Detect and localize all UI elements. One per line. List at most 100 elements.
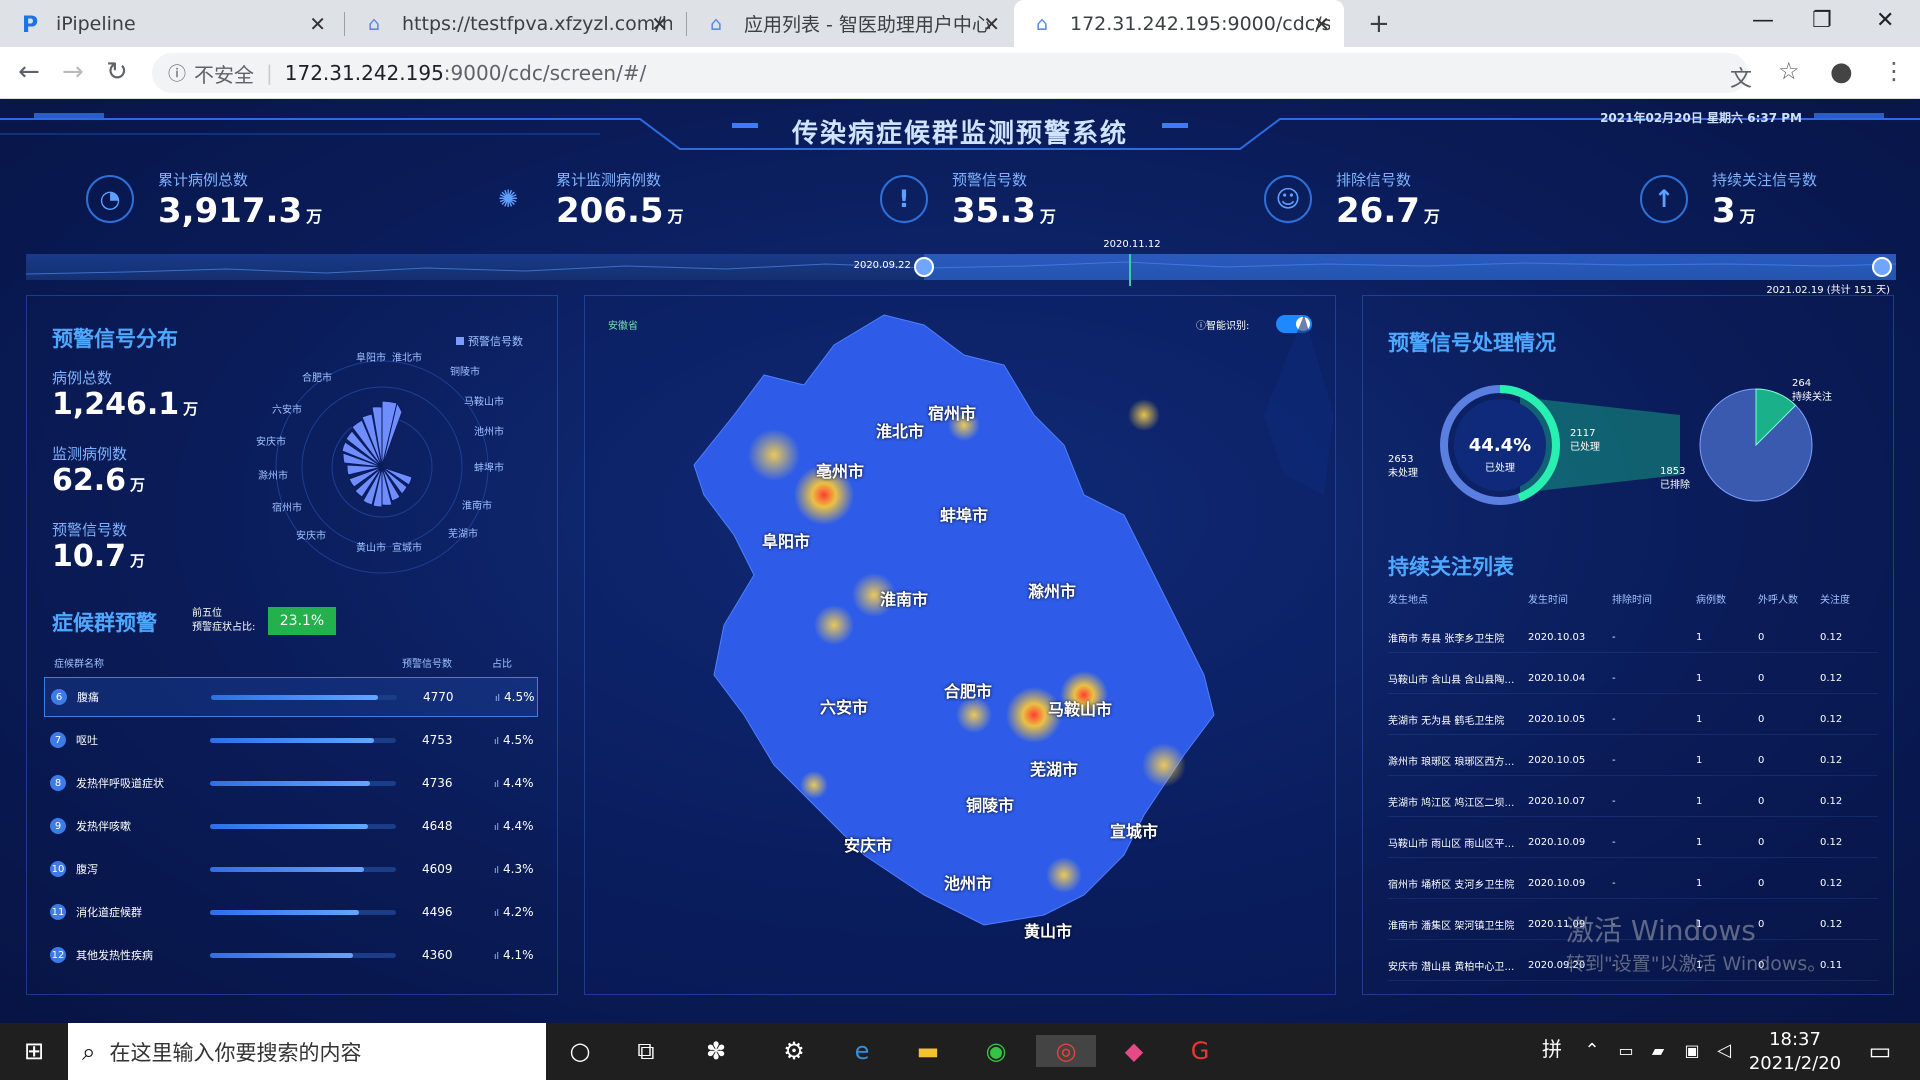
translate-icon[interactable]: 文 [1730, 61, 1752, 93]
info-icon[interactable]: ⓘ [168, 60, 186, 86]
bar-chart-icon: ıl [494, 909, 500, 919]
city-label[interactable]: 合肥市 [944, 678, 992, 702]
new-tab-button[interactable]: + [1356, 0, 1390, 47]
close-tab-icon[interactable]: ✕ [1313, 12, 1330, 36]
cortana-icon[interactable]: ○ [564, 1035, 596, 1067]
reload-icon[interactable]: ↻ [106, 57, 128, 87]
timeline-end-handle[interactable] [1872, 257, 1892, 277]
tab-cdc-screen[interactable]: ⌂ 172.31.242.195:9000/cdc/scree ✕ [1014, 0, 1344, 47]
follow-cell: - [1612, 796, 1616, 807]
display-icon[interactable]: ▣ [1676, 1035, 1708, 1067]
city-label[interactable]: 宣城市 [1110, 818, 1158, 842]
follow-cell: 0 [1758, 673, 1765, 684]
edge-icon[interactable]: e [846, 1035, 878, 1067]
follow-cell: 2020.10.07 [1528, 796, 1586, 807]
follow-header-cell: 排除时间 [1612, 595, 1652, 606]
close-window-icon[interactable]: ✕ [1876, 8, 1894, 33]
symptom-bar [210, 823, 396, 829]
city-label[interactable]: 马鞍山市 [1048, 696, 1112, 720]
close-tab-icon[interactable]: ✕ [309, 12, 326, 36]
file-explorer-icon[interactable]: ▬ [912, 1035, 944, 1067]
city-label[interactable]: 宿州市 [928, 400, 976, 424]
svg-text:宿州市: 宿州市 [272, 501, 302, 514]
close-tab-icon[interactable]: ✕ [651, 12, 668, 36]
city-label[interactable]: 亳州市 [816, 458, 864, 482]
battery-icon[interactable]: ▰ [1642, 1035, 1674, 1067]
bookmark-star-icon[interactable]: ☆ [1778, 57, 1800, 85]
svg-text:黄山市: 黄山市 [356, 541, 386, 554]
timeline-start-handle[interactable] [913, 257, 934, 277]
back-icon[interactable]: ← [18, 57, 40, 87]
volume-icon[interactable]: ◁ [1708, 1035, 1740, 1067]
close-tab-icon[interactable]: ✕ [983, 12, 1000, 36]
symptom-row[interactable]: 6 腹痛 4770 ıl 4.5% [44, 677, 538, 717]
app-red-icon[interactable]: G [1184, 1035, 1216, 1067]
follow-table-row[interactable]: 芜湖市 鸠江区 鸠江区二坝… 2020.10.07 - 1 0 0.12 [1388, 787, 1878, 817]
follow-table-row[interactable]: 宿州市 埇桥区 支河乡卫生院 2020.10.09 - 1 0 0.12 [1388, 869, 1878, 899]
chevron-up-icon[interactable]: ⌃ [1576, 1035, 1608, 1067]
city-label[interactable]: 滁州市 [1028, 578, 1076, 602]
notification-icon[interactable]: ▭ [1864, 1035, 1896, 1067]
intellij-icon[interactable]: ◆ [1118, 1035, 1150, 1067]
follow-cell: 1 [1696, 796, 1703, 807]
symptom-bar [211, 694, 397, 700]
symptom-name: 腹痛 [77, 691, 99, 704]
follow-table-row[interactable]: 芜湖市 无为县 鹤毛卫生院 2020.10.05 - 1 0 0.12 [1388, 705, 1878, 735]
city-label[interactable]: 阜阳市 [762, 528, 810, 552]
symptom-row[interactable]: 12 其他发热性疾病 4360 ıl 4.1% [44, 935, 538, 975]
ime-indicator[interactable]: 拼 [1542, 1033, 1562, 1062]
symptom-row[interactable]: 7 呕吐 4753 ıl 4.5% [44, 720, 538, 760]
symptom-percent: ıl 4.5% [494, 733, 534, 747]
follow-cell: 滁州市 琅琊区 琅琊区西方… [1388, 757, 1515, 768]
url-input[interactable]: ⓘ 不安全 | 172.31.242.195:9000/cdc/screen/#… [152, 53, 1748, 93]
city-label[interactable]: 铜陵市 [966, 792, 1014, 816]
follow-table-row[interactable]: 滁州市 琅琊区 琅琊区西方… 2020.10.05 - 1 0 0.12 [1388, 746, 1878, 776]
follow-table-row[interactable]: 马鞍山市 雨山区 雨山区平… 2020.10.09 - 1 0 0.12 [1388, 828, 1878, 858]
app-icon[interactable]: ✽ [700, 1035, 732, 1067]
city-label[interactable]: 蚌埠市 [940, 502, 988, 526]
wechat-icon[interactable]: ◉ [980, 1035, 1012, 1067]
taskbar-search-box[interactable]: ⌕ 在这里输入你要搜索的内容 [68, 1023, 546, 1080]
symptom-row[interactable]: 10 腹泻 4609 ıl 4.3% [44, 849, 538, 889]
city-label[interactable]: 六安市 [820, 694, 868, 718]
minimize-icon[interactable]: — [1752, 8, 1774, 33]
search-placeholder: 在这里输入你要搜索的内容 [109, 1040, 362, 1065]
profile-avatar-icon[interactable]: ● [1830, 57, 1853, 87]
city-label[interactable]: 池州市 [944, 870, 992, 894]
follow-cell: - [1612, 837, 1616, 848]
menu-dots-icon[interactable]: ⋮ [1882, 57, 1906, 85]
symptom-percent: ıl 4.1% [494, 948, 534, 962]
settings-gear-icon[interactable]: ⚙ [778, 1035, 810, 1067]
clock[interactable]: 18:37 2021/2/20 [1740, 1028, 1850, 1076]
timeline-slider[interactable] [26, 254, 1896, 286]
stat-label: 监测病例数 [52, 445, 128, 463]
task-view-icon[interactable]: ⧉ [630, 1035, 662, 1067]
follow-table-row[interactable]: 马鞍山市 含山县 含山县陶… 2020.10.04 - 1 0 0.12 [1388, 664, 1878, 694]
city-label[interactable]: 淮北市 [876, 418, 924, 442]
city-label[interactable]: 黄山市 [1024, 918, 1072, 942]
follow-value: 264 持续关注 [1792, 378, 1832, 403]
chrome-icon[interactable]: ◎ [1036, 1035, 1096, 1067]
face-icon: ☺ [1264, 175, 1312, 223]
network-icon[interactable]: ▭ [1610, 1035, 1642, 1067]
top5-badge: 23.1% [268, 607, 336, 635]
forward-icon[interactable]: → [62, 57, 84, 87]
symptom-row[interactable]: 9 发热伴咳嗽 4648 ıl 4.4% [44, 806, 538, 846]
follow-cell: 2020.10.09 [1528, 878, 1586, 889]
kpi-label: 持续关注信号数 [1712, 171, 1818, 189]
bar-chart-icon: ıl [494, 952, 500, 962]
tab-testfpva[interactable]: ⌂ https://testfpva.xfzyzl.com/hl-j ✕ [346, 0, 682, 47]
tab-app-list[interactable]: ⌂ 应用列表 - 智医助理用户中心 ✕ [688, 0, 1014, 47]
symptom-row[interactable]: 11 消化道症候群 4496 ıl 4.2% [44, 892, 538, 932]
city-label[interactable]: 芜湖市 [1030, 756, 1078, 780]
symptom-row[interactable]: 8 发热伴呼吸道症状 4736 ıl 4.4% [44, 763, 538, 803]
globe-icon: ⌂ [368, 12, 381, 35]
city-label[interactable]: 安庆市 [844, 832, 892, 856]
follow-table-row[interactable]: 淮南市 寿县 张李乡卫生院 2020.10.03 - 1 0 0.12 [1388, 623, 1878, 653]
windows-start-icon[interactable]: ⊞ [18, 1035, 50, 1067]
city-label[interactable]: 淮南市 [880, 586, 928, 610]
tab-ipipeline[interactable]: P iPipeline ✕ [0, 0, 340, 47]
maximize-icon[interactable]: ❐ [1812, 8, 1832, 33]
follow-cell: 2020.10.09 [1528, 837, 1586, 848]
rank-badge: 8 [50, 775, 66, 791]
